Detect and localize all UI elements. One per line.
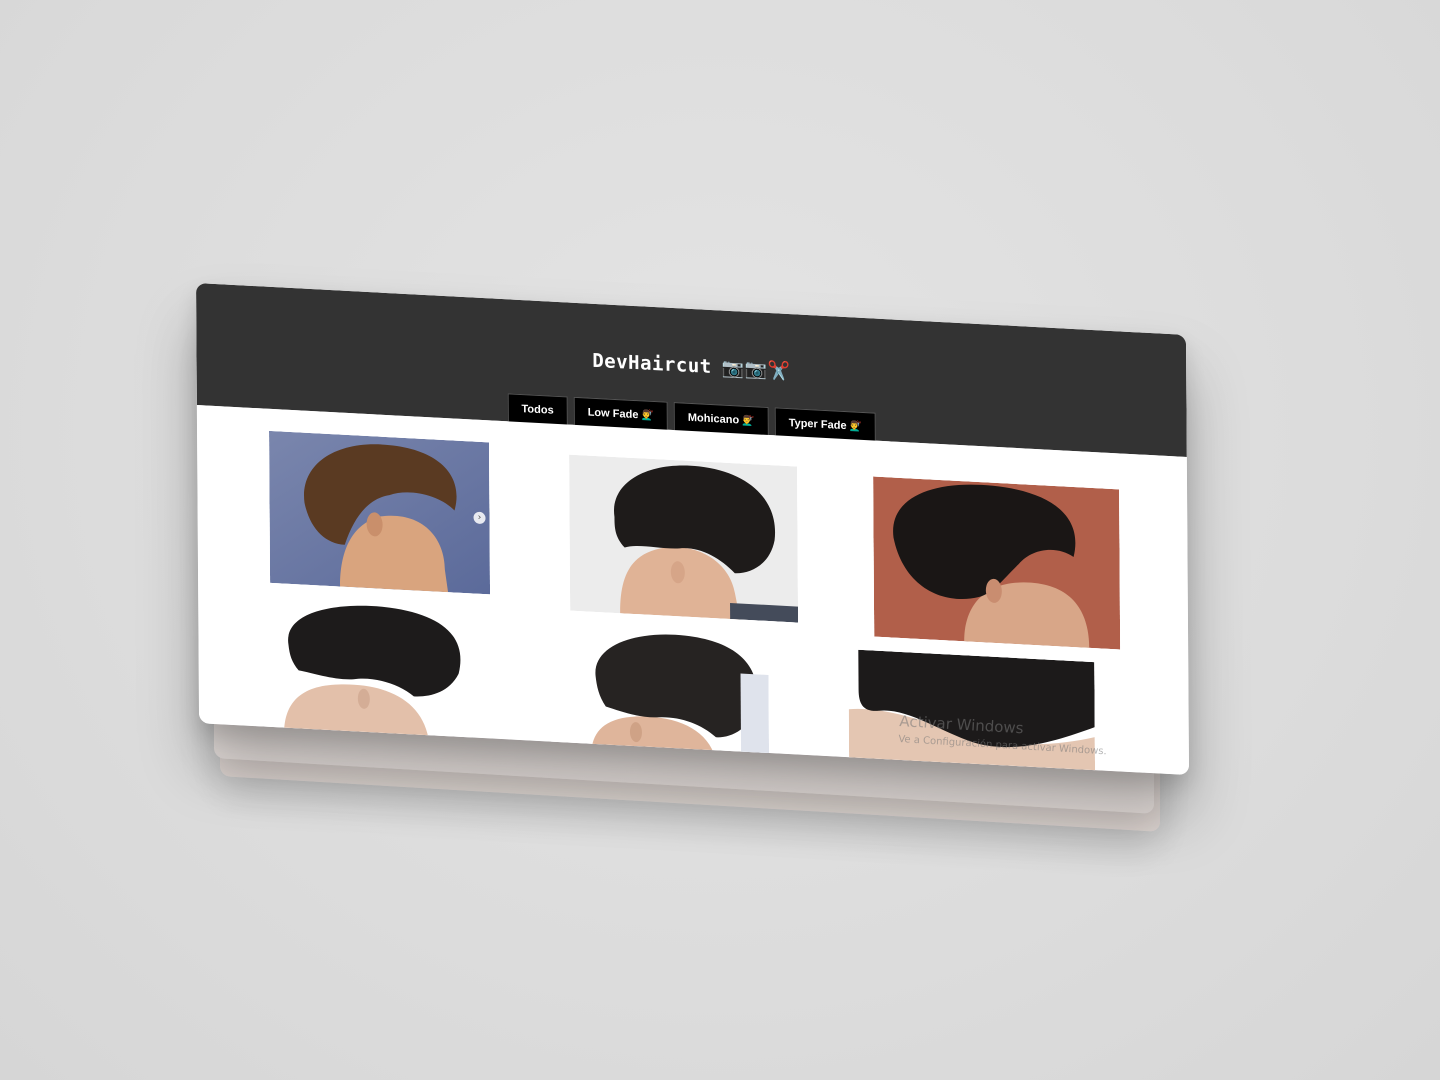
brand-name: DevHaircut [592,349,712,379]
filter-button-label: Mohicano [687,411,740,427]
filter-button-label: Typer Fade [788,417,847,433]
next-arrow-icon[interactable]: › [473,511,486,525]
haircut-photo-2[interactable] [569,454,799,623]
haircut-icon: 💇‍♂️ [641,410,654,423]
haircut-photo-3[interactable] [873,476,1121,650]
haircut-photo-4[interactable] [253,598,475,745]
camera-scissors-icon: 📷📷✂️ [721,357,791,383]
haircut-photo-1[interactable]: › [269,430,491,595]
haircut-icon: 💇‍♂️ [742,415,755,428]
haircut-photo-6[interactable] [848,649,1096,776]
browser-card: DevHaircut 📷📷✂️ Todos Low Fade 💇‍♂️ Mohica… [196,283,1190,776]
haircut-icon: 💇‍♂️ [849,421,863,433]
mockup-scene: DevHaircut 📷📷✂️ Todos Low Fade 💇‍♂️ Mohica… [0,0,1440,1080]
filter-button-label: Todos [521,403,554,417]
filter-button-label: Low Fade [587,406,639,422]
